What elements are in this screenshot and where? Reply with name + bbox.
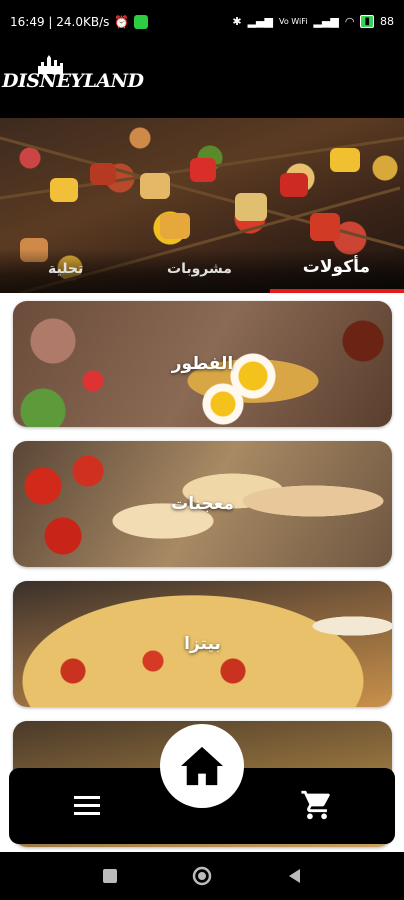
signal-icon: ▂▄▆ [247,15,273,28]
wifi-icon: ◠ [344,15,355,28]
shopping-cart-icon [301,790,330,820]
cart-button[interactable] [300,788,334,822]
home-icon [181,746,223,786]
category-card-pastries[interactable]: معجنات [13,441,392,567]
castle-icon [38,55,63,74]
bluetooth-icon: ✱ [232,15,242,28]
status-left: 16:49 | 24.0KB/s ⏰ [10,15,149,29]
circle-icon [192,866,212,886]
menu-button[interactable] [72,791,102,821]
system-nav-bar [0,852,404,900]
status-time: 16:49 | 24.0KB/s [10,15,110,29]
square-icon [103,869,117,883]
home-system-button[interactable] [192,866,212,886]
tab-dessert[interactable]: تحلية [48,261,83,277]
battery-level: 88 [380,15,394,28]
recent-apps-button[interactable] [100,866,120,886]
category-label: بيتزا [184,634,221,654]
signal-icon-2: ▂▄▆ [313,15,339,28]
alarm-icon: ⏰ [114,15,130,29]
disneyland-logo: DISNEYLAND [2,55,144,92]
network-label: Vo WiFi [278,17,308,26]
back-button[interactable] [285,866,305,886]
category-card-pizza[interactable]: بيتزا [13,581,392,707]
tab-drinks[interactable]: مشروبات [167,261,232,277]
back-triangle-icon [289,869,300,883]
category-label: معجنات [171,494,234,514]
tab-food[interactable]: مأكولات [303,257,370,277]
hamburger-menu-icon [74,796,100,815]
app-notification-icon [134,15,149,29]
category-label: الفطور [171,354,234,374]
hero-banner: مأكولات مشروبات تحلية [0,118,404,293]
status-right: ✱ ▂▄▆ Vo WiFi ▂▄▆ ◠ ▮ 88 [232,15,394,28]
category-tabs: مأكولات مشروبات تحلية [0,249,404,293]
app-header: DISNEYLAND [0,48,404,118]
logo-text: DISNEYLAND [2,70,144,92]
battery-icon: ▮ [360,15,374,28]
home-button[interactable] [160,724,244,808]
status-bar: 16:49 | 24.0KB/s ⏰ ✱ ▂▄▆ Vo WiFi ▂▄▆ ◠ ▮… [0,0,404,48]
category-card-breakfast[interactable]: الفطور [13,301,392,427]
